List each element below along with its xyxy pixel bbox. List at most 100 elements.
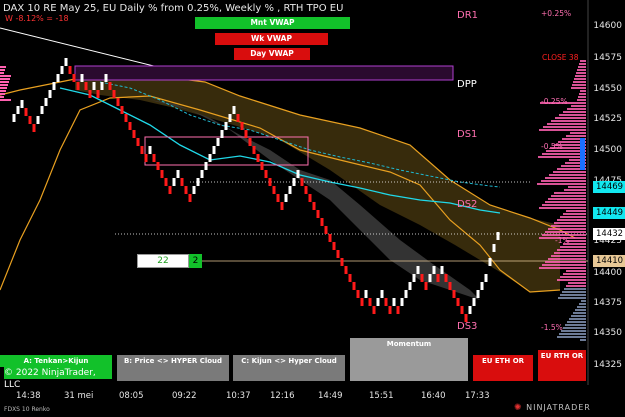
renko-brick — [432, 266, 436, 274]
profile-bar — [567, 321, 586, 323]
profile-bar-left — [0, 69, 5, 71]
profile-bar — [548, 198, 586, 200]
volume-profile — [0, 60, 586, 341]
profile-bar — [539, 267, 586, 269]
renko-brick — [64, 58, 68, 66]
renko-brick — [152, 154, 156, 162]
profile-bar — [562, 291, 586, 293]
profile-bar — [543, 126, 586, 128]
renko-brick — [448, 282, 452, 290]
instrument-label: FDXS 10 Renko — [4, 406, 50, 413]
profile-bar — [566, 135, 586, 137]
price-tick: 14525 — [593, 114, 622, 124]
time-tick: 08:05 — [119, 391, 144, 401]
renko-brick — [216, 138, 220, 146]
profile-bar-left — [0, 84, 8, 86]
profile-bar — [565, 324, 586, 326]
profile-bar — [560, 246, 586, 248]
renko-brick — [224, 122, 228, 130]
renko-brick — [320, 218, 324, 226]
profile-bar — [548, 258, 586, 260]
dpp-zone — [74, 65, 454, 81]
renko-brick — [240, 122, 244, 130]
time-tick: 14:38 — [16, 391, 41, 401]
close-label: CLOSE 38 — [542, 53, 579, 62]
profile-bar — [542, 153, 586, 155]
time-tick: 17:33 — [465, 391, 490, 401]
renko-brick — [220, 130, 224, 138]
profile-bar — [563, 213, 586, 215]
renko-brick — [308, 194, 312, 202]
renko-brick — [116, 98, 120, 106]
profile-bar — [557, 219, 586, 221]
profile-bar — [579, 303, 586, 305]
renko-brick — [56, 74, 60, 82]
profile-bar — [571, 315, 586, 317]
renko-brick — [488, 258, 492, 266]
renko-brick — [460, 306, 464, 314]
profile-bar — [537, 183, 586, 185]
daily-vwap-button[interactable]: Day VWAP — [234, 48, 310, 60]
eu-rth-or-button[interactable]: EU RTH OR — [538, 350, 586, 381]
weekly-vwap-button[interactable]: Wk VWAP — [215, 33, 328, 45]
profile-bar — [563, 273, 586, 275]
renko-brick — [128, 122, 132, 130]
profile-bar — [551, 225, 586, 227]
renko-brick — [344, 266, 348, 274]
eu-eth-or-button[interactable]: EU ETH OR — [473, 355, 533, 381]
renko-brick — [20, 100, 24, 108]
tenkan-kijun-button[interactable]: A: Tenkan>Kijun — [0, 355, 112, 367]
renko-brick — [108, 82, 112, 90]
profile-bar — [560, 216, 586, 218]
time-tick: 16:40 — [421, 391, 446, 401]
profile-bar — [554, 222, 586, 224]
profile-bar — [574, 78, 586, 80]
renko-brick — [96, 90, 100, 98]
renko-brick — [148, 146, 152, 154]
renko-brick — [40, 106, 44, 114]
renko-brick — [360, 298, 364, 306]
renko-brick — [252, 146, 256, 154]
ninjatrader-wordmark: NINJATRADER — [526, 403, 591, 412]
profile-bar — [568, 186, 586, 188]
renko-brick — [440, 266, 444, 274]
renko-brick — [204, 162, 208, 170]
profile-bar-left — [0, 87, 7, 89]
ninjatrader-logo: ✺ NINJATRADER — [514, 403, 622, 415]
profile-bar — [566, 270, 586, 272]
renko-brick — [168, 186, 172, 194]
pct-plus-025: +0.25% — [541, 9, 572, 18]
profile-bar — [548, 228, 586, 230]
profile-bar — [577, 306, 586, 308]
renko-brick — [304, 186, 308, 194]
renko-brick — [424, 282, 428, 290]
pct-minus-025: -0.25% — [541, 97, 568, 106]
renko-brick — [32, 124, 36, 132]
renko-brick — [228, 114, 232, 122]
price-hyper-cloud-button[interactable]: B: Price <> HYPER Cloud — [117, 355, 229, 381]
renko-brick — [28, 116, 32, 124]
renko-brick — [84, 82, 88, 90]
renko-brick — [416, 266, 420, 274]
renko-brick — [380, 290, 384, 298]
profile-bar — [545, 261, 586, 263]
renko-brick — [16, 106, 20, 114]
profile-bar — [569, 318, 586, 320]
renko-brick — [88, 90, 92, 98]
renko-brick — [332, 242, 336, 250]
momentum-button[interactable]: Momentum — [350, 338, 468, 381]
renko-brick — [316, 210, 320, 218]
time-tick: 14:49 — [318, 391, 343, 401]
price-tick: 14375 — [593, 298, 622, 308]
price-tag-tenkan: 14449 — [593, 207, 625, 219]
kijun-hyper-cloud-button[interactable]: C: Kijun <> Hyper Cloud — [233, 355, 345, 381]
profile-bar — [576, 72, 586, 74]
renko-brick — [276, 194, 280, 202]
renko-brick — [400, 298, 404, 306]
monthly-vwap-button[interactable]: Mnt VWAP — [195, 17, 350, 29]
profile-bar — [581, 300, 586, 302]
renko-brick — [348, 274, 352, 282]
chart-subtitle: W -8.12% = -18 — [5, 14, 69, 23]
profile-bar — [555, 117, 586, 119]
renko-brick — [356, 290, 360, 298]
